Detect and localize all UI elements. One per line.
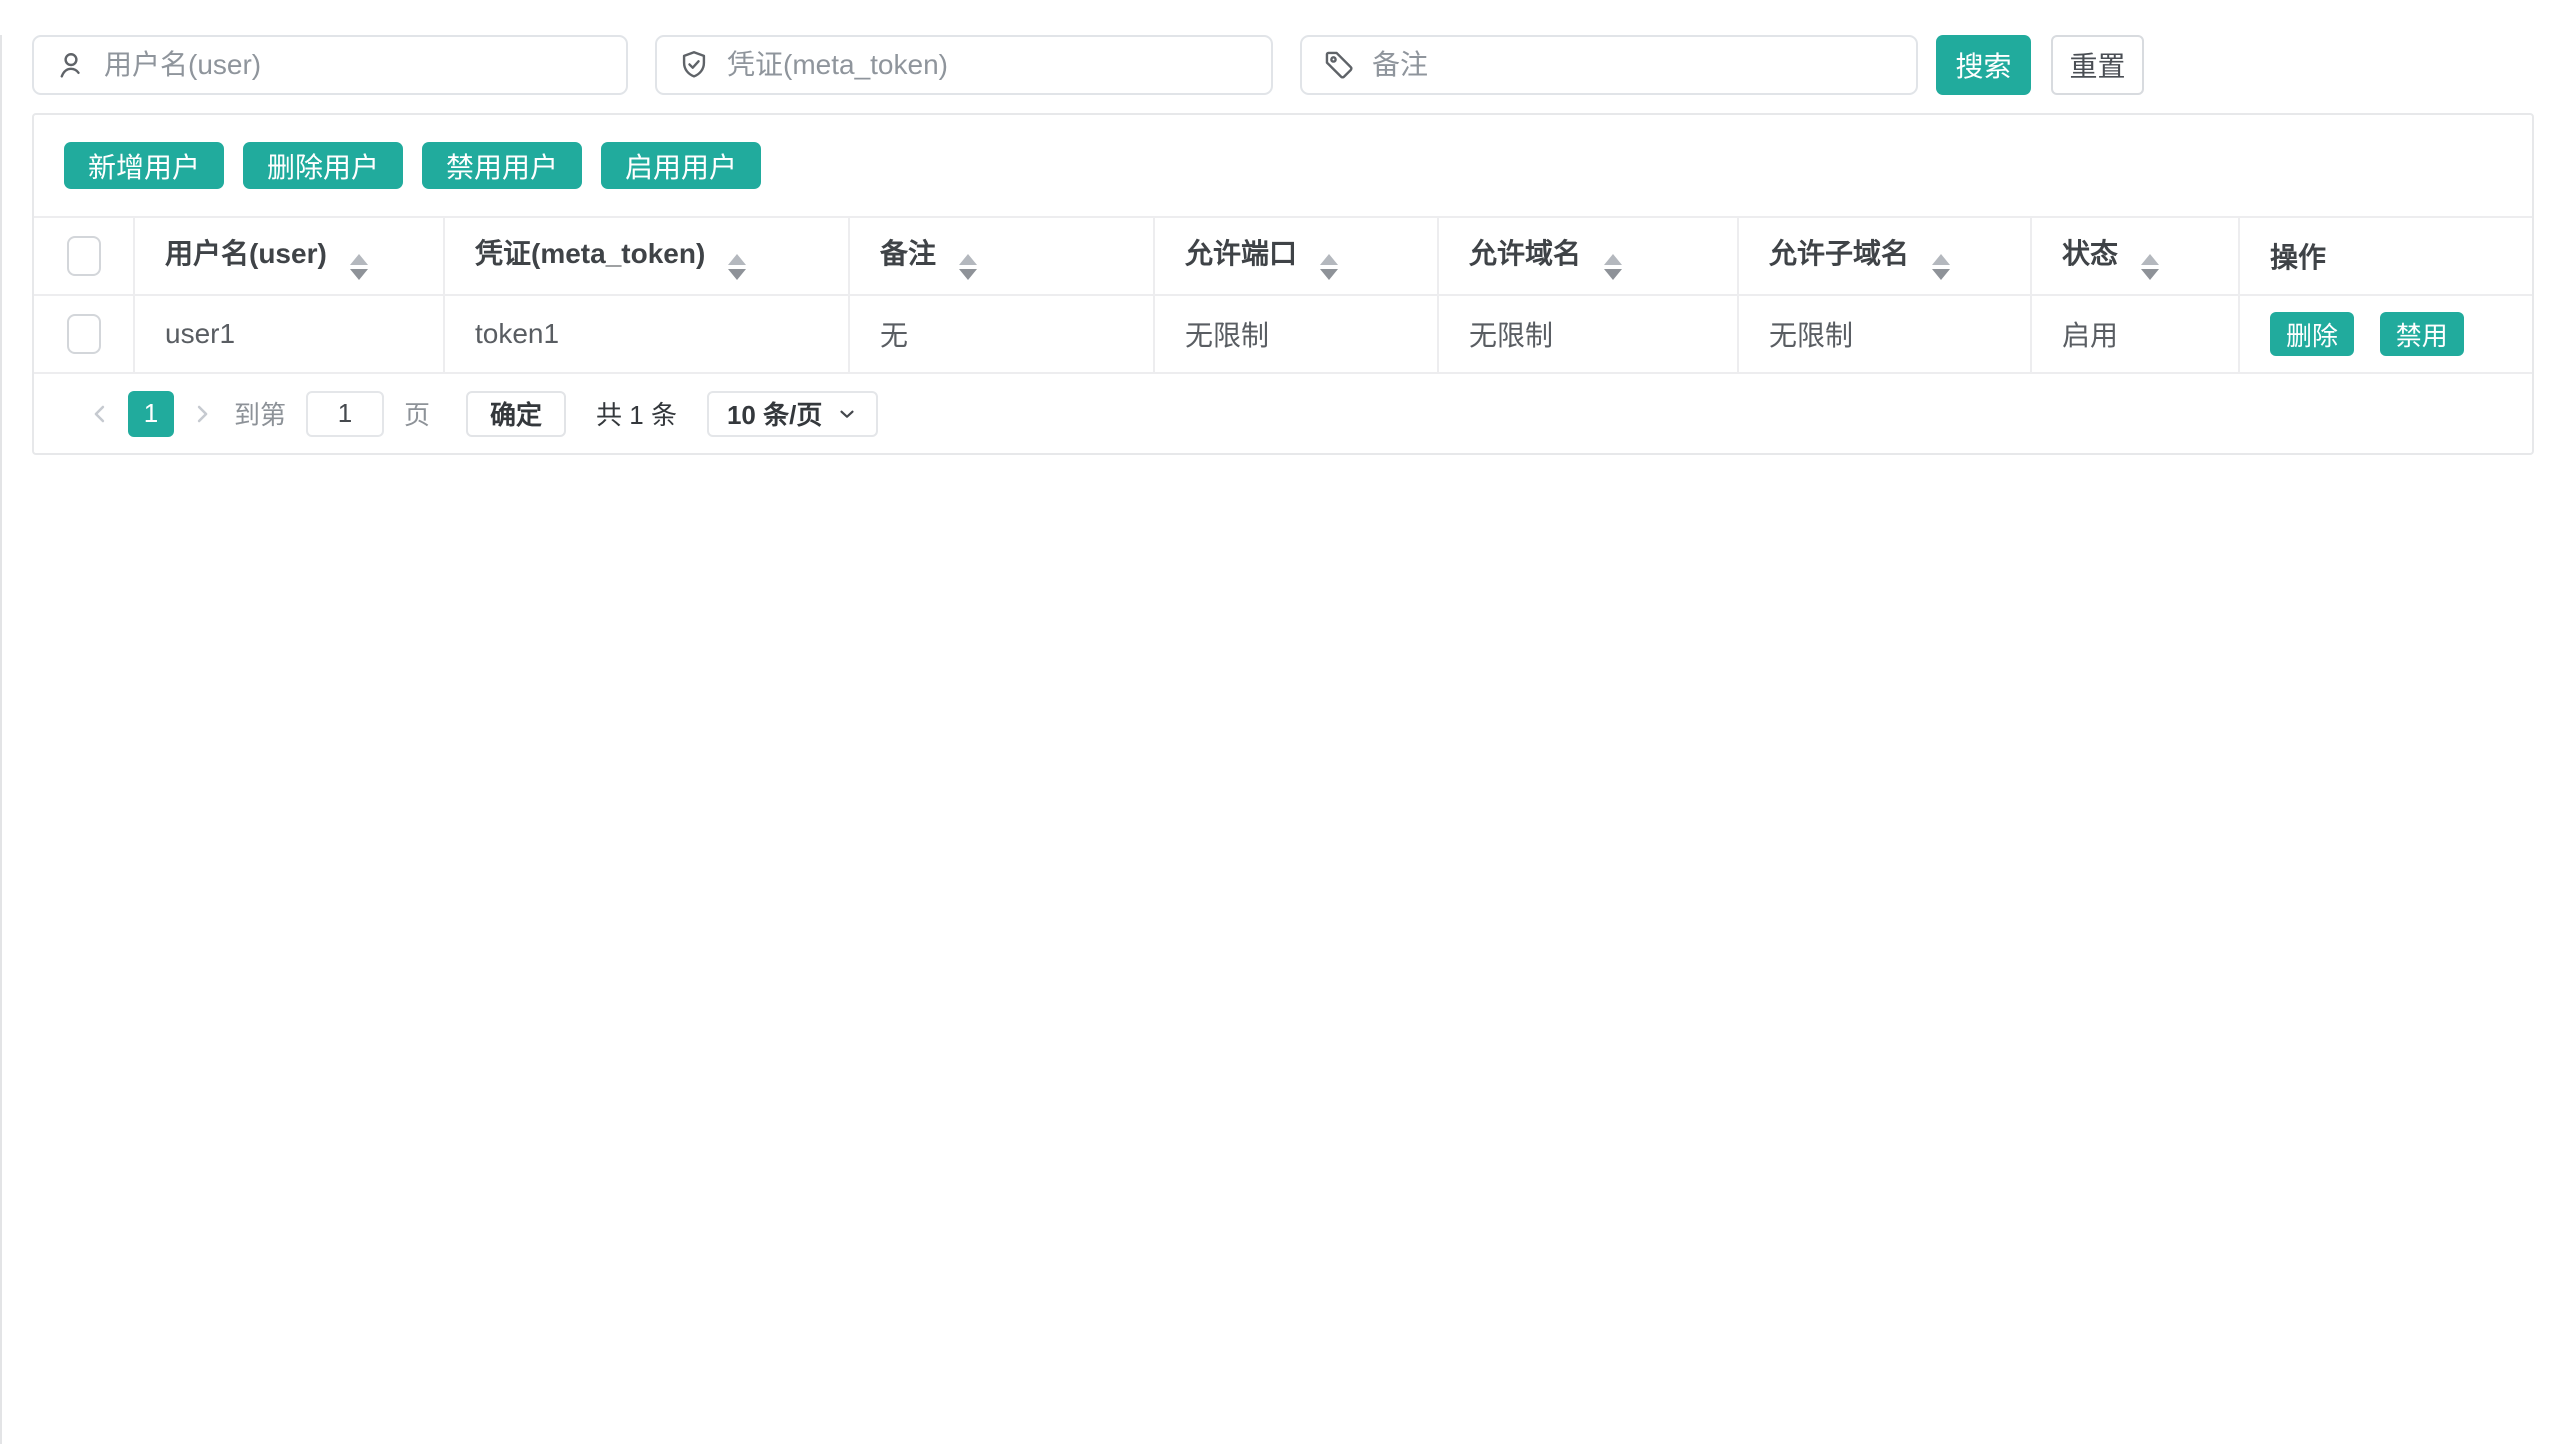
user-table-panel: 新增用户 删除用户 禁用用户 启用用户 用户名(user) 凭证(meta_to… (32, 113, 2534, 455)
column-header-ports[interactable]: 允许端口 (1154, 217, 1438, 295)
cell-status: 启用 (2031, 295, 2239, 373)
token-filter-field[interactable] (655, 35, 1273, 95)
column-header-remark[interactable]: 备注 (849, 217, 1154, 295)
user-management-page: 搜索 重置 新增用户 删除用户 禁用用户 启用用户 用户名(user) (0, 35, 2564, 1444)
table-header-row: 用户名(user) 凭证(meta_token) 备注 允许端口 (34, 217, 2532, 295)
enable-user-button[interactable]: 启用用户 (601, 142, 761, 189)
cell-subdomains: 无限制 (1738, 295, 2031, 373)
add-user-button[interactable]: 新增用户 (64, 142, 224, 189)
total-count-label: 共 1 条 (596, 395, 677, 432)
cell-domains: 无限制 (1438, 295, 1738, 373)
reset-button[interactable]: 重置 (2051, 35, 2144, 95)
goto-page-input[interactable] (306, 391, 384, 437)
goto-prefix-label: 到第 (234, 395, 286, 432)
sort-icon[interactable] (1932, 254, 1950, 280)
goto-suffix-label: 页 (404, 395, 430, 432)
pagination-bar: 1 到第 页 确定 共 1 条 10 条/页 (34, 374, 2532, 453)
row-delete-button[interactable]: 删除 (2270, 312, 2354, 356)
cell-actions: 删除 禁用 (2239, 295, 2532, 373)
cell-remark: 无 (849, 295, 1154, 373)
column-header-domains[interactable]: 允许域名 (1438, 217, 1738, 295)
sort-icon[interactable] (728, 254, 746, 280)
search-button[interactable]: 搜索 (1936, 35, 2031, 95)
current-page-button[interactable]: 1 (128, 391, 174, 437)
remark-filter-input[interactable] (1372, 49, 1896, 81)
token-filter-input[interactable] (727, 49, 1251, 81)
next-page-icon[interactable] (184, 392, 220, 436)
column-header-actions: 操作 (2239, 217, 2532, 295)
chevron-down-icon (836, 403, 858, 425)
sort-icon[interactable] (1320, 254, 1338, 280)
sort-icon[interactable] (959, 254, 977, 280)
username-filter-field[interactable] (32, 35, 628, 95)
table-row: user1 token1 无 无限制 无限制 无限制 启用 删除 禁用 (34, 295, 2532, 373)
page-size-select[interactable]: 10 条/页 (707, 391, 878, 437)
disable-user-button[interactable]: 禁用用户 (422, 142, 582, 189)
column-header-token[interactable]: 凭证(meta_token) (444, 217, 849, 295)
column-header-user[interactable]: 用户名(user) (134, 217, 444, 295)
cell-user: user1 (134, 295, 444, 373)
username-filter-input[interactable] (104, 49, 606, 81)
sort-icon[interactable] (2141, 254, 2159, 280)
row-disable-button[interactable]: 禁用 (2380, 312, 2464, 356)
remark-filter-field[interactable] (1300, 35, 1918, 95)
goto-confirm-button[interactable]: 确定 (466, 391, 566, 437)
cell-ports: 无限制 (1154, 295, 1438, 373)
shield-check-icon (677, 48, 711, 82)
column-header-subdomains[interactable]: 允许子域名 (1738, 217, 2031, 295)
sort-icon[interactable] (350, 254, 368, 280)
filter-bar: 搜索 重置 (32, 35, 2534, 95)
column-header-status[interactable]: 状态 (2031, 217, 2239, 295)
cell-token: token1 (444, 295, 849, 373)
row-checkbox[interactable] (67, 314, 101, 354)
users-table: 用户名(user) 凭证(meta_token) 备注 允许端口 (34, 216, 2532, 374)
tag-icon (1322, 48, 1356, 82)
select-all-checkbox[interactable] (67, 236, 101, 276)
toolbar: 新增用户 删除用户 禁用用户 启用用户 (34, 115, 2532, 216)
delete-user-button[interactable]: 删除用户 (243, 142, 403, 189)
user-icon (54, 48, 88, 82)
prev-page-icon[interactable] (82, 392, 118, 436)
sort-icon[interactable] (1604, 254, 1622, 280)
